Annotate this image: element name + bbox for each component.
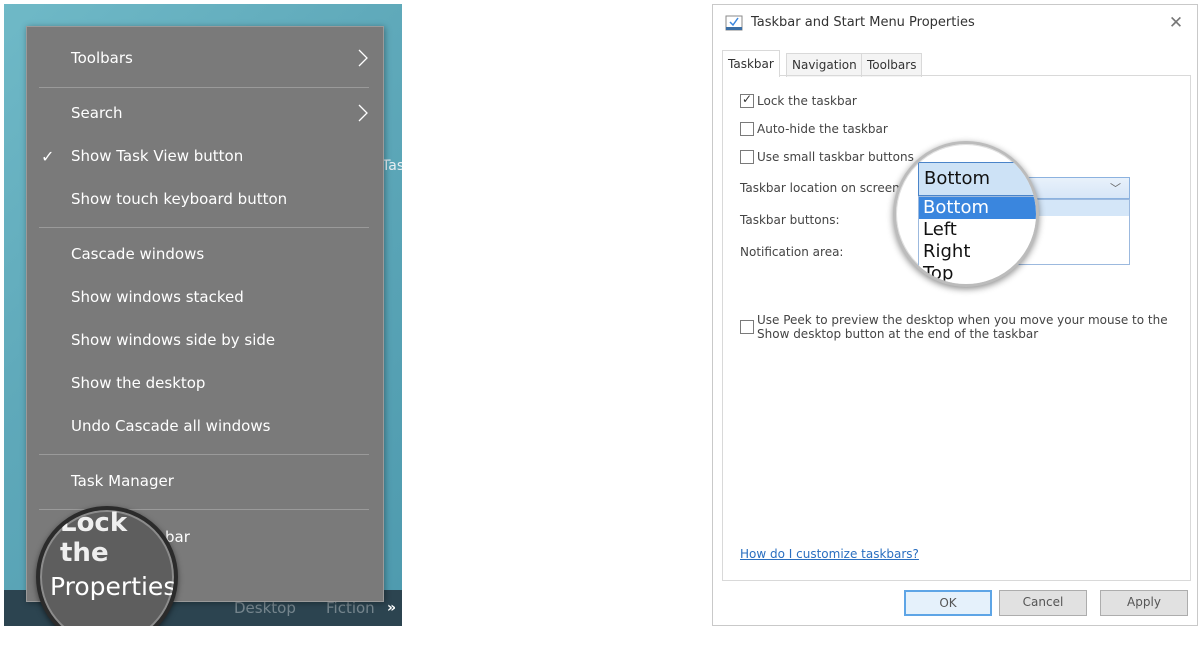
menu-item-task-manager[interactable]: Task Manager [27, 461, 383, 501]
cancel-button[interactable]: Cancel [999, 590, 1087, 616]
desktop-background: Tas Desktop Fiction » Toolbars Search ✓ … [4, 4, 402, 626]
checkmark-icon: ✓ [41, 146, 55, 166]
apply-button[interactable]: Apply [1100, 590, 1188, 616]
small-taskbar-buttons-checkbox[interactable]: Use small taskbar buttons [740, 150, 914, 164]
checkbox-label: Lock the taskbar [757, 94, 857, 108]
menu-item-cascade-windows[interactable]: Cascade windows [27, 234, 383, 274]
menu-item-label: Toolbars [71, 49, 133, 67]
magnified-location-select[interactable]: Bottom [918, 162, 1036, 196]
taskbar-properties-icon [725, 15, 743, 31]
chevron-right-icon [358, 104, 368, 122]
checkbox-box[interactable] [740, 92, 754, 108]
menu-separator [39, 87, 369, 88]
checkbox-label: Use Peek to preview the desktop when you… [757, 313, 1168, 341]
menu-item-label: Show the desktop [71, 374, 206, 392]
menu-item-show-touch-keyboard[interactable]: Show touch keyboard button [27, 179, 383, 219]
tab-taskbar[interactable]: Taskbar [722, 50, 780, 77]
menu-item-show-task-view[interactable]: ✓ Show Task View button [27, 136, 383, 176]
option-left[interactable]: Left [919, 219, 1036, 241]
lock-taskbar-checkbox[interactable]: Lock the taskbar [740, 92, 857, 108]
menu-item-label: Cascade windows [71, 245, 205, 263]
taskbar-properties-dialog: Taskbar and Start Menu Properties ✕ Task… [712, 4, 1198, 626]
auto-hide-taskbar-checkbox[interactable]: Auto-hide the taskbar [740, 122, 888, 136]
taskbar-location-label: Taskbar location on screen: [740, 181, 904, 195]
notification-area-label: Notification area: [740, 245, 844, 259]
tab-label: Taskbar [728, 57, 774, 71]
tab-label: Navigation [792, 58, 857, 72]
option-bottom[interactable]: Bottom [919, 197, 1036, 219]
menu-item-show-the-desktop[interactable]: Show the desktop [27, 363, 383, 403]
taskbar-overflow-chevron-icon[interactable]: » [387, 600, 396, 616]
menu-item-show-windows-side-by-side[interactable]: Show windows side by side [27, 320, 383, 360]
chevron-down-icon: ﹀ [1110, 182, 1121, 195]
menu-item-show-windows-stacked[interactable]: Show windows stacked [27, 277, 383, 317]
checkbox-box[interactable] [740, 150, 754, 164]
use-peek-checkbox[interactable]: Use Peek to preview the desktop when you… [740, 313, 1170, 341]
tab-label: Toolbars [867, 58, 917, 72]
tab-navigation[interactable]: Navigation [786, 53, 863, 77]
menu-item-search[interactable]: Search [27, 93, 383, 133]
close-icon[interactable]: ✕ [1165, 12, 1187, 34]
menu-separator [39, 454, 369, 455]
checkbox-label: Auto-hide the taskbar [757, 122, 888, 136]
magnified-menu-label: Lock the [60, 508, 128, 568]
customize-taskbars-help-link[interactable]: How do I customize taskbars? [740, 547, 919, 561]
menu-item-label: Undo Cascade all windows [71, 417, 271, 435]
magnified-dropdown-list: Bottom Left Right Top [918, 196, 1036, 284]
tab-toolbars[interactable]: Toolbars [861, 53, 923, 77]
ok-button[interactable]: OK [904, 590, 992, 616]
desktop-edge-text: Tas [382, 158, 402, 174]
chevron-right-icon [358, 49, 368, 67]
menu-separator [39, 227, 369, 228]
menu-item-label: Show windows stacked [71, 288, 244, 306]
menu-item-label: Show windows side by side [71, 331, 276, 349]
checkbox-box[interactable] [740, 320, 754, 334]
checkbox-box[interactable] [740, 122, 754, 136]
title-bar: Taskbar and Start Menu Properties ✕ [713, 5, 1197, 41]
menu-item-undo-cascade[interactable]: Undo Cascade all windows [27, 406, 383, 446]
menu-item-toolbars[interactable]: Toolbars [27, 38, 383, 78]
menu-item-label: Search [71, 104, 123, 122]
menu-item-label: Show Task View button [71, 147, 244, 165]
menu-item-label: Show touch keyboard button [71, 190, 288, 208]
taskbar-buttons-label: Taskbar buttons: [740, 213, 840, 227]
checkbox-label: Use small taskbar buttons [757, 150, 914, 164]
option-top[interactable]: Top [919, 263, 1036, 284]
dialog-title: Taskbar and Start Menu Properties [751, 15, 975, 30]
magnifier-lens: Bottom Bottom Left Right Top [893, 141, 1039, 287]
selected-value: Bottom [924, 168, 991, 189]
option-right[interactable]: Right [919, 241, 1036, 263]
magnified-properties-label[interactable]: Properties [50, 572, 174, 601]
menu-item-label: Task Manager [71, 472, 174, 490]
